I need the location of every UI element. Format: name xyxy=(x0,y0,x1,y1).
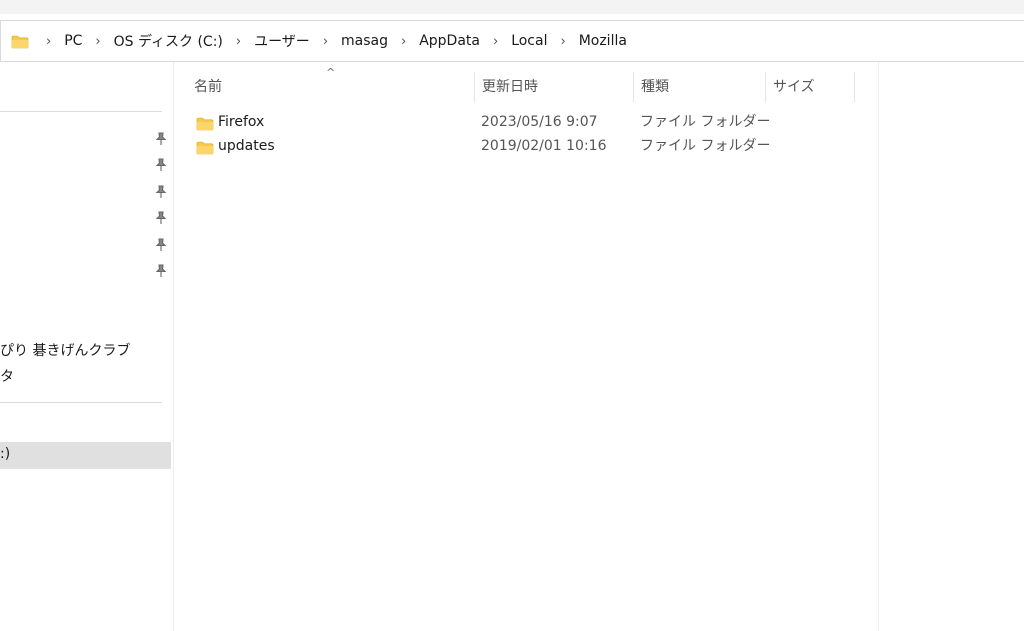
file-row[interactable]: updates 2019/02/01 10:16 ファイル フォルダー xyxy=(188,134,888,158)
sidebar-item-kigen-club[interactable]: ぴり 碁きげんクラブ xyxy=(0,340,130,360)
pin-icon[interactable] xyxy=(154,237,168,251)
breadcrumb-item-local[interactable]: Local xyxy=(509,31,549,51)
breadcrumb: PC › OS ディスク (C:) › ユーザー › masag › AppDa… xyxy=(62,29,629,53)
sidebar-item-ta[interactable]: タ xyxy=(0,366,14,386)
details-pane-divider xyxy=(878,62,879,631)
breadcrumb-item-drive[interactable]: OS ディスク (C:) xyxy=(112,29,225,53)
folder-icon xyxy=(196,139,214,155)
file-type: ファイル フォルダー xyxy=(640,138,771,154)
pin-icon[interactable] xyxy=(154,210,168,224)
divider xyxy=(0,111,162,112)
divider xyxy=(0,402,162,403)
file-row[interactable]: Firefox 2023/05/16 9:07 ファイル フォルダー xyxy=(188,110,888,134)
file-name: Firefox xyxy=(218,114,265,130)
column-header-size[interactable]: サイズ xyxy=(765,72,853,102)
file-date: 2019/02/01 10:16 xyxy=(481,138,607,154)
chevron-right-icon[interactable]: › xyxy=(323,33,328,50)
file-type: ファイル フォルダー xyxy=(640,114,771,130)
breadcrumb-item-users[interactable]: ユーザー xyxy=(252,29,312,53)
chevron-right-icon[interactable]: › xyxy=(95,33,100,50)
pin-icon[interactable] xyxy=(154,157,168,171)
file-list-view: ^ 名前 更新日時 種類 サイズ Firefox 2023/05/16 9:07… xyxy=(174,62,1024,631)
pin-icon[interactable] xyxy=(154,184,168,198)
breadcrumb-item-pc[interactable]: PC xyxy=(62,31,84,51)
column-header-name[interactable]: 名前 xyxy=(186,72,474,102)
title-bar-strip xyxy=(0,0,1024,14)
pin-icon[interactable] xyxy=(154,131,168,145)
chevron-right-icon[interactable]: › xyxy=(401,33,406,50)
pin-icon[interactable] xyxy=(154,263,168,277)
navigation-pane: ぴり 碁きげんクラブ タ :) xyxy=(0,62,174,631)
chevron-right-icon[interactable]: › xyxy=(560,33,565,50)
folder-icon xyxy=(11,34,29,49)
column-header-type[interactable]: 種類 xyxy=(633,72,765,102)
column-divider[interactable] xyxy=(854,72,855,102)
sidebar-item-drive-selected[interactable]: :) xyxy=(0,442,171,469)
breadcrumb-item-mozilla[interactable]: Mozilla xyxy=(577,31,629,51)
sidebar-item-drive-label: :) xyxy=(0,446,11,462)
breadcrumb-item-appdata[interactable]: AppData xyxy=(417,31,482,51)
chevron-right-icon[interactable]: › xyxy=(493,33,498,50)
address-bar[interactable]: › PC › OS ディスク (C:) › ユーザー › masag › App… xyxy=(0,20,1024,62)
file-date: 2023/05/16 9:07 xyxy=(481,114,598,130)
chevron-right-icon[interactable]: › xyxy=(46,33,51,50)
breadcrumb-item-user[interactable]: masag xyxy=(339,31,390,51)
column-header-date[interactable]: 更新日時 xyxy=(474,72,632,102)
file-name: updates xyxy=(218,138,275,154)
chevron-right-icon[interactable]: › xyxy=(236,33,241,50)
folder-icon xyxy=(196,115,214,131)
